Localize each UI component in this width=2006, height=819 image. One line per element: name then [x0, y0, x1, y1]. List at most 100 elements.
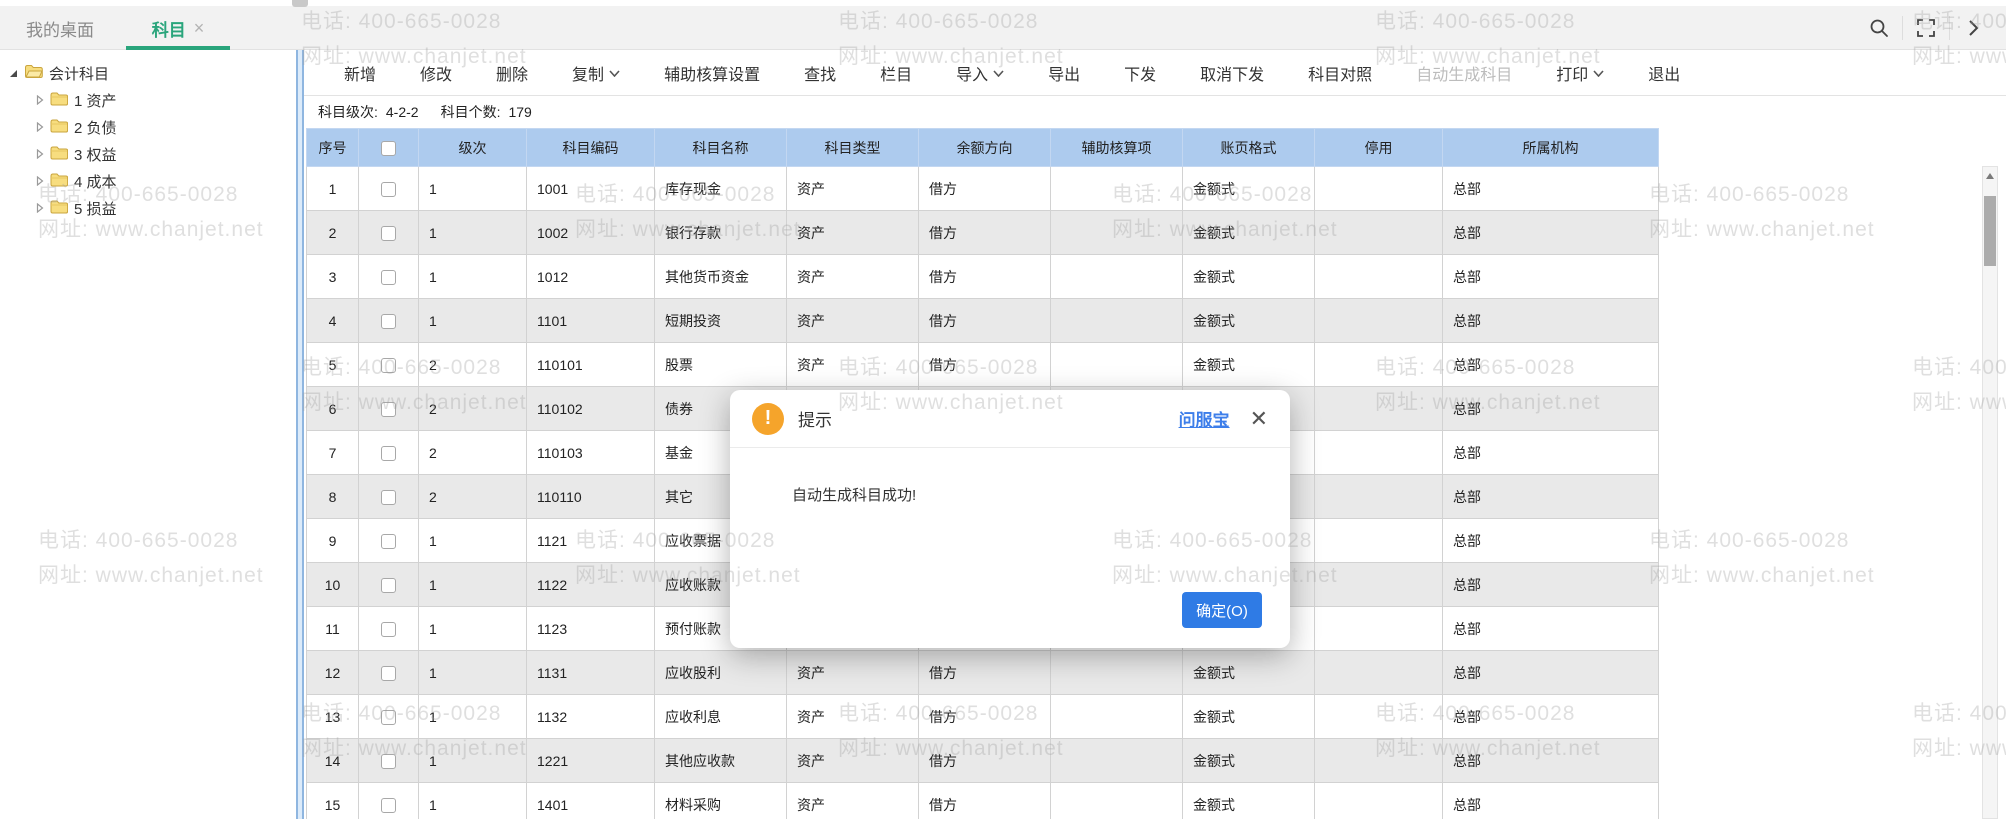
- row-checkbox[interactable]: [381, 666, 396, 681]
- vertical-scrollbar[interactable]: [1982, 166, 1998, 819]
- tab-close-icon[interactable]: ×: [194, 18, 205, 39]
- toolbar-item[interactable]: 栏目: [880, 61, 912, 85]
- folder-icon: [50, 119, 68, 137]
- row-checkbox[interactable]: [381, 446, 396, 461]
- cell-level: 1: [419, 167, 527, 211]
- chevron-right-icon[interactable]: [1958, 13, 1988, 43]
- cell-direction: 借方: [919, 739, 1051, 783]
- cell-disabled: [1315, 387, 1443, 431]
- table-row[interactable]: 1311132应收利息资产借方金额式总部: [307, 695, 1659, 739]
- table-row[interactable]: 52110101股票资产借方金额式总部: [307, 343, 1659, 387]
- toolbar-item[interactable]: 修改: [420, 61, 452, 85]
- table-row[interactable]: 211002银行存款资产借方金额式总部: [307, 211, 1659, 255]
- table-row[interactable]: 311012其他货币资金资产借方金额式总部: [307, 255, 1659, 299]
- cell-format: 金额式: [1183, 695, 1315, 739]
- tab-label: 我的桌面: [26, 16, 94, 41]
- row-checkbox[interactable]: [381, 622, 396, 637]
- column-header-disabled: 停用: [1315, 129, 1443, 167]
- table-row[interactable]: 1511401材料采购资产借方金额式总部: [307, 783, 1659, 819]
- toolbar-item[interactable]: 科目对照: [1308, 61, 1372, 85]
- cell-seq: 8: [307, 475, 359, 519]
- cell-org: 总部: [1443, 343, 1659, 387]
- tab-subjects[interactable]: 科目×: [126, 6, 230, 50]
- toolbar-item[interactable]: 退出: [1648, 61, 1680, 85]
- row-checkbox[interactable]: [381, 754, 396, 769]
- toolbar-item-label: 新增: [344, 61, 376, 85]
- row-checkbox[interactable]: [381, 358, 396, 373]
- dialog-header: ! 提示 问服宝 ✕: [730, 390, 1290, 448]
- table-row[interactable]: 1211131应收股利资产借方金额式总部: [307, 651, 1659, 695]
- row-checkbox[interactable]: [381, 534, 396, 549]
- toolbar-item[interactable]: 删除: [496, 61, 528, 85]
- folder-icon: [50, 173, 68, 191]
- cell-level: 1: [419, 255, 527, 299]
- row-checkbox[interactable]: [381, 578, 396, 593]
- toolbar-item[interactable]: 自动生成科目: [1416, 61, 1512, 85]
- table-row[interactable]: 411101短期投资资产借方金额式总部: [307, 299, 1659, 343]
- tree-item-4[interactable]: 4 成本: [0, 168, 296, 195]
- row-checkbox[interactable]: [381, 710, 396, 725]
- row-checkbox[interactable]: [381, 226, 396, 241]
- cell-org: 总部: [1443, 651, 1659, 695]
- search-icon[interactable]: [1864, 13, 1894, 43]
- tree-collapsed-arrow-icon[interactable]: [36, 92, 44, 109]
- tab-bar-tabs: 我的桌面 科目×: [24, 6, 230, 50]
- tree-root-accounting-subjects[interactable]: 会计科目: [0, 60, 296, 87]
- cell-code: 1221: [527, 739, 655, 783]
- row-checkbox[interactable]: [381, 798, 396, 813]
- chevron-down-icon: [609, 64, 620, 82]
- toolbar-item[interactable]: 新增: [344, 61, 376, 85]
- select-all-checkbox[interactable]: [381, 141, 396, 156]
- sidebar-collapse-handle[interactable]: [292, 0, 308, 7]
- tree-item-3[interactable]: 3 权益: [0, 141, 296, 168]
- scrollbar-thumb[interactable]: [1984, 196, 1996, 266]
- cell-org: 总部: [1443, 783, 1659, 819]
- row-checkbox[interactable]: [381, 270, 396, 285]
- toolbar-item[interactable]: 查找: [804, 61, 836, 85]
- dialog-close-icon[interactable]: ✕: [1250, 408, 1268, 430]
- column-header-select: [359, 129, 419, 167]
- up-arrow-icon: [1986, 173, 1994, 179]
- toolbar-item[interactable]: 打印: [1556, 61, 1604, 85]
- cell-level: 1: [419, 299, 527, 343]
- tree-collapsed-arrow-icon[interactable]: [36, 173, 44, 190]
- toolbar-item[interactable]: 辅助核算设置: [664, 61, 760, 85]
- row-checkbox[interactable]: [381, 490, 396, 505]
- subject-level-label: 科目级次:: [318, 102, 378, 122]
- scrollbar-up-button[interactable]: [1983, 167, 1997, 185]
- cell-checkbox: [359, 739, 419, 783]
- cell-org: 总部: [1443, 299, 1659, 343]
- cell-level: 2: [419, 387, 527, 431]
- cell-checkbox: [359, 431, 419, 475]
- tree-expanded-arrow-icon[interactable]: [10, 70, 17, 77]
- cell-aux: [1051, 167, 1183, 211]
- tab-desktop[interactable]: 我的桌面: [24, 6, 96, 50]
- toolbar-item[interactable]: 导入: [956, 61, 1004, 85]
- tree-collapsed-arrow-icon[interactable]: [36, 119, 44, 136]
- table-row[interactable]: 111001库存现金资产借方金额式总部: [307, 167, 1659, 211]
- cell-type: 资产: [787, 299, 919, 343]
- help-service-link[interactable]: 问服宝: [1179, 406, 1230, 431]
- cell-disabled: [1315, 519, 1443, 563]
- toolbar-item-label: 栏目: [880, 61, 912, 85]
- cell-type: 资产: [787, 783, 919, 819]
- tree-item-5[interactable]: 5 损益: [0, 195, 296, 222]
- table-row[interactable]: 1411221其他应收款资产借方金额式总部: [307, 739, 1659, 783]
- toolbar-item[interactable]: 导出: [1048, 61, 1080, 85]
- row-checkbox[interactable]: [381, 402, 396, 417]
- tree-item-1[interactable]: 1 资产: [0, 87, 296, 114]
- row-checkbox[interactable]: [381, 182, 396, 197]
- tree-collapsed-arrow-icon[interactable]: [36, 146, 44, 163]
- cell-org: 总部: [1443, 563, 1659, 607]
- toolbar-item[interactable]: 复制: [572, 61, 620, 85]
- dialog-ok-button[interactable]: 确定(O): [1182, 592, 1262, 628]
- sidebar-divider[interactable]: [296, 50, 304, 819]
- cell-format: 金额式: [1183, 739, 1315, 783]
- row-checkbox[interactable]: [381, 314, 396, 329]
- toolbar-item[interactable]: 取消下发: [1200, 61, 1264, 85]
- column-header-label: 停用: [1365, 140, 1393, 156]
- tree-collapsed-arrow-icon[interactable]: [36, 200, 44, 217]
- toolbar-item[interactable]: 下发: [1124, 61, 1156, 85]
- tree-item-2[interactable]: 2 负债: [0, 114, 296, 141]
- fullscreen-icon[interactable]: [1911, 13, 1941, 43]
